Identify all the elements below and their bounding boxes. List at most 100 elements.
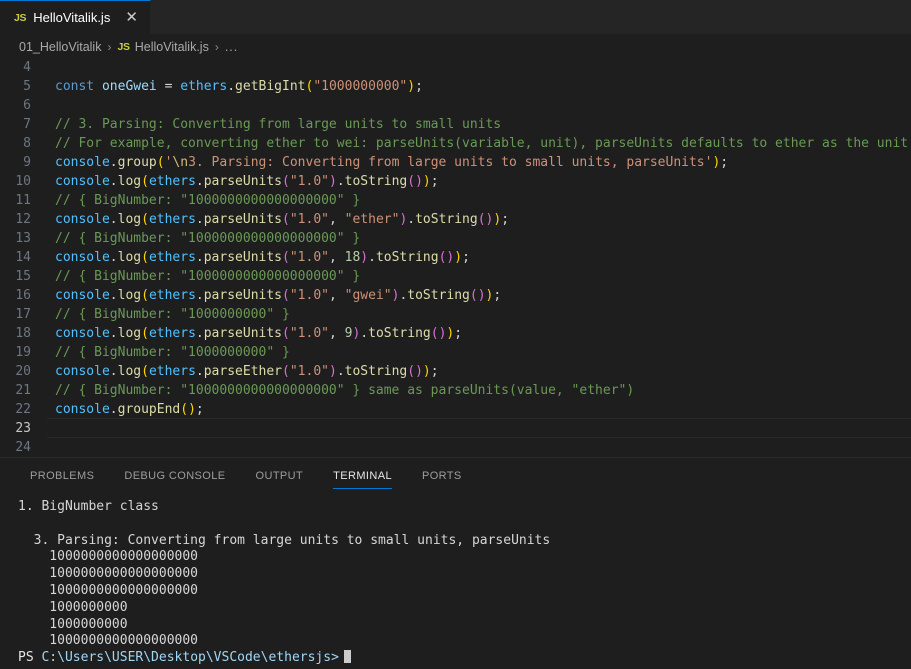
breadcrumb-folder[interactable]: 01_HelloVitalik (19, 40, 101, 54)
code-token: // For example, converting ether to wei:… (55, 136, 909, 151)
code-token: . (195, 250, 204, 265)
code-line[interactable]: 24 (0, 438, 911, 457)
code-token: console (55, 364, 110, 379)
code-token: "1000000000" (313, 79, 408, 94)
code-line[interactable]: 23 (0, 418, 911, 438)
line-number: 6 (23, 98, 31, 113)
code-line[interactable]: 12 console.log(ethers.parseUnits("1.0", "… (0, 210, 911, 229)
code-line-content (47, 96, 911, 115)
code-line[interactable]: 16 console.log(ethers.parseUnits("1.0", "… (0, 286, 911, 305)
line-number: 23 (15, 421, 31, 436)
code-editor[interactable]: 4 5 const oneGwei = ethers.getBigInt("1000… (0, 58, 911, 457)
terminal-output[interactable]: 1. BigNumber class 3. Parsing: Convertin… (0, 493, 911, 669)
code-token: ) (422, 174, 431, 189)
code-token: . (109, 250, 118, 265)
line-number: 18 (15, 326, 31, 341)
code-token: ; (415, 79, 423, 94)
terminal-line: 1. BigNumber class (18, 499, 159, 514)
code-line[interactable]: 8 // For example, converting ether to wei… (0, 134, 911, 153)
code-token: ethers (148, 212, 196, 227)
code-line[interactable]: 13 // { BigNumber: "1000000000000000000" … (0, 229, 911, 248)
line-number: 8 (23, 136, 31, 151)
code-line[interactable]: 17 // { BigNumber: "1000000000" } (0, 305, 911, 324)
code-line[interactable]: 18 console.log(ethers.parseUnits("1.0", 9… (0, 324, 911, 343)
line-number: 22 (15, 402, 31, 417)
code-line[interactable]: 6 (0, 96, 911, 115)
breadcrumb-file[interactable]: HelloVitalik.js (135, 40, 209, 54)
code-token: "1.0" (289, 212, 329, 227)
code-line[interactable]: 10 console.log(ethers.parseUnits("1.0").t… (0, 172, 911, 191)
code-token: // { BigNumber: "1000000000000000000" } (55, 231, 361, 246)
code-token: toString (407, 288, 470, 303)
code-token: 3. Parsing: Converting from large units … (188, 155, 713, 170)
code-token: ; (195, 402, 204, 417)
code-token: "1.0" (289, 288, 329, 303)
code-token: ethers (148, 288, 196, 303)
code-token: ( (282, 326, 290, 341)
code-line[interactable]: 20 console.log(ethers.parseEther("1.0").t… (0, 362, 911, 381)
line-number: 14 (15, 250, 31, 265)
code-token: console (55, 326, 110, 341)
code-token: "gwei" (344, 288, 392, 303)
code-token: parseUnits (203, 326, 283, 341)
code-token: // { BigNumber: "1000000000000000000" } … (55, 383, 635, 398)
code-token: // { BigNumber: "1000000000000000000" } (55, 193, 361, 208)
code-token: oneGwei (101, 79, 157, 94)
code-line-content (47, 418, 911, 438)
code-token: "1.0" (289, 326, 329, 341)
code-line-content: // 3. Parsing: Converting from large uni… (47, 115, 911, 134)
code-token: ( (141, 250, 149, 265)
code-line[interactable]: 11 // { BigNumber: "1000000000000000000" … (0, 191, 911, 210)
code-line[interactable]: 21 // { BigNumber: "1000000000000000000" … (0, 381, 911, 400)
panel-tab-terminal[interactable]: TERMINAL (323, 458, 402, 493)
code-token: ( (156, 155, 165, 170)
editor-tab-hellovitalik[interactable]: JS HelloVitalik.js ✕ (0, 0, 151, 34)
terminal-prompt[interactable]: PS C:\Users\USER\Desktop\VSCode\ethersjs… (18, 650, 911, 667)
panel-tab-ports[interactable]: PORTS (412, 458, 472, 493)
code-token: , (328, 288, 345, 303)
code-line[interactable]: 19 // { BigNumber: "1000000000" } (0, 343, 911, 362)
panel-tab-problems[interactable]: PROBLEMS (20, 458, 104, 493)
close-icon[interactable]: ✕ (123, 10, 140, 25)
code-line-content (47, 58, 911, 77)
code-token: ) (328, 174, 337, 189)
code-token: ethers (180, 79, 228, 94)
code-line[interactable]: 14 console.log(ethers.parseUnits("1.0", 1… (0, 248, 911, 267)
code-token: ; (430, 364, 439, 379)
line-number: 11 (15, 193, 31, 208)
code-token: ; (720, 155, 729, 170)
code-token: 18 (344, 250, 361, 265)
code-line[interactable]: 7 // 3. Parsing: Converting from large un… (0, 115, 911, 134)
line-number: 9 (23, 155, 31, 170)
code-token: () (469, 288, 486, 303)
panel-tab-output[interactable]: OUTPUT (246, 458, 314, 493)
code-line[interactable]: 15 // { BigNumber: "1000000000000000000" … (0, 267, 911, 286)
line-number: 16 (15, 288, 31, 303)
code-line[interactable]: 5 const oneGwei = ethers.getBigInt("10000… (0, 77, 911, 96)
line-number: 7 (23, 117, 31, 132)
code-token: ( (282, 212, 290, 227)
code-token: ; (462, 250, 470, 265)
terminal-line: 1000000000000000000 (18, 633, 199, 649)
panel-tab-debug-console[interactable]: DEBUG CONSOLE (114, 458, 235, 493)
code-token: ethers (148, 326, 196, 341)
code-token: // { BigNumber: "1000000000" } (55, 345, 290, 360)
code-token: parseUnits (203, 212, 283, 227)
code-token: ethers (148, 250, 196, 265)
code-token: console (55, 402, 110, 417)
code-line[interactable]: 9 console.group('\n3. Parsing: Converting… (0, 153, 911, 172)
line-number: 19 (15, 345, 31, 360)
code-token: . (109, 364, 118, 379)
code-line[interactable]: 4 (0, 58, 911, 77)
code-line-content: // For example, converting ether to wei:… (47, 134, 911, 153)
code-line[interactable]: 22 console.groupEnd(); (0, 400, 911, 419)
code-token: ethers (148, 364, 196, 379)
code-line-content: console.groupEnd(); (47, 400, 911, 419)
line-number: 20 (15, 364, 31, 379)
breadcrumb-symbol-more[interactable]: ... (225, 40, 238, 54)
code-token: . (368, 250, 376, 265)
code-token: parseUnits (203, 250, 283, 265)
code-token: toString (344, 364, 408, 379)
